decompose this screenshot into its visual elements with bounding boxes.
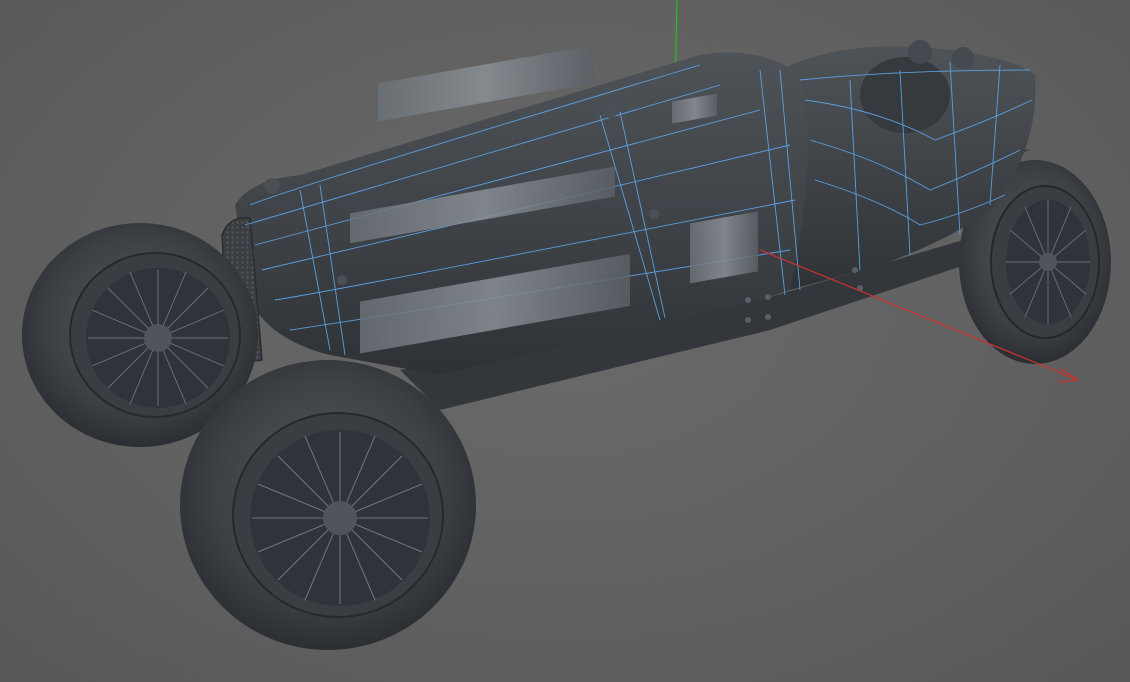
fuel-cap-2 — [952, 47, 974, 69]
front-right-wheel[interactable] — [180, 360, 476, 650]
fuel-cap-1 — [908, 40, 932, 64]
bonnet-clip — [602, 102, 618, 118]
bonnet-clip — [337, 275, 347, 285]
bonnet-clip — [649, 209, 659, 219]
headrest — [860, 57, 950, 133]
viewport-scene[interactable] — [0, 0, 1130, 682]
bonnet-clip — [264, 178, 280, 194]
3d-viewport[interactable] — [0, 0, 1130, 682]
